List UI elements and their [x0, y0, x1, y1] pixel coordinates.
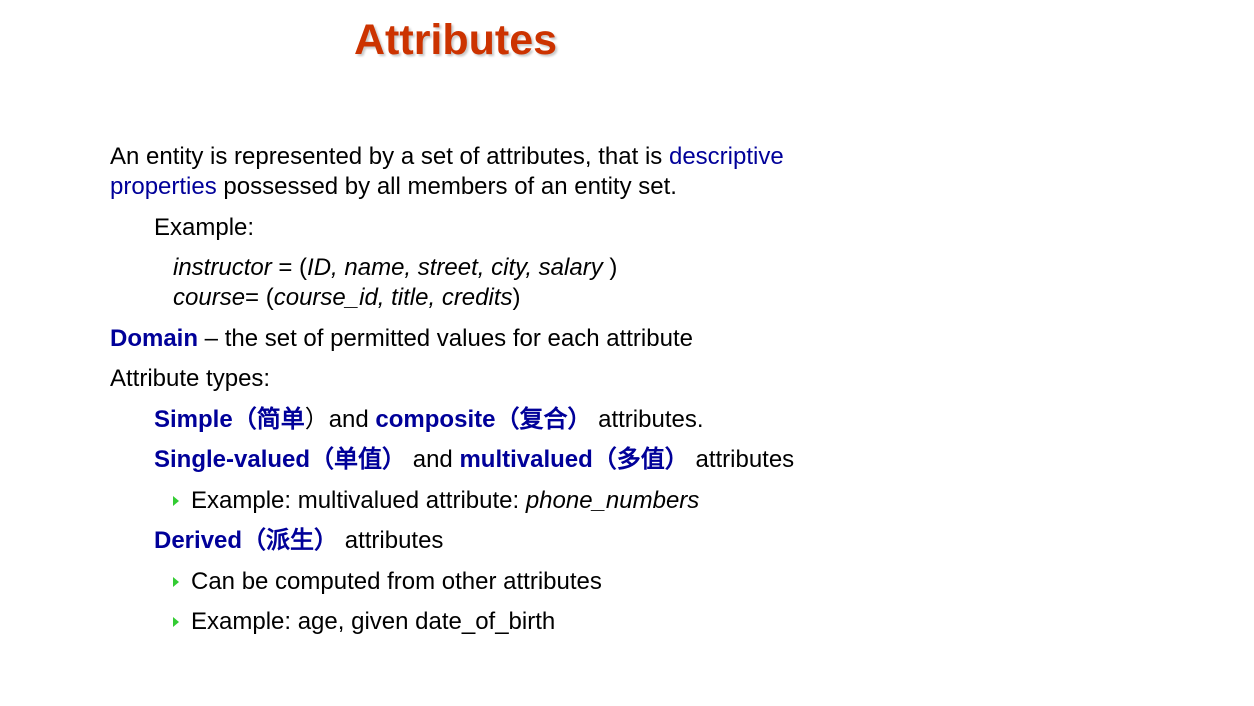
course-fields: course_id, title, credits: [273, 284, 513, 311]
course-eq: = (: [245, 284, 274, 311]
multivalued-example-text: Example: multivalued attribute:: [191, 487, 526, 514]
intro-text: An entity is represented by a set of att…: [110, 143, 669, 170]
bullet-arrow-icon: [173, 577, 179, 587]
multivalued-term: multivalued（多值）: [459, 446, 689, 473]
course-close: ): [512, 284, 521, 311]
derived-point-text: Example: age, given date_of_birth: [191, 608, 556, 635]
example-label: Example:: [154, 214, 255, 241]
single-valued-term: Single-valued（单值）: [154, 446, 407, 473]
intro-text-end: possessed by all members of an entity se…: [216, 173, 677, 200]
composite-term: composite（复合）: [375, 406, 592, 433]
domain-definition: – the set of permitted values for each a…: [198, 325, 693, 352]
derived-tail: attributes: [338, 527, 444, 554]
intro-line-1: An entity is represented by a set of att…: [110, 142, 784, 172]
type-single-multi: Single-valued（单值） and multivalued（多值） at…: [154, 445, 794, 475]
derived-point: Example: age, given date_of_birth: [173, 607, 555, 637]
bullet-arrow-icon: [173, 496, 179, 506]
simple-term: Simple（简单: [154, 406, 305, 433]
simple-mid: ）and: [304, 406, 376, 433]
multivalued-example: Example: multivalued attribute: phone_nu…: [173, 486, 699, 516]
domain-term: Domain: [110, 325, 199, 352]
instructor-close: ): [609, 254, 618, 281]
instructor-fields: ID, name, street, city, salary: [307, 254, 610, 281]
bullet-arrow-icon: [173, 617, 179, 627]
derived-point: Can be computed from other attributes: [173, 567, 602, 597]
attribute-types-label: Attribute types:: [110, 365, 271, 392]
slide-title: Attributes: [354, 16, 558, 64]
intro-highlight-cont: properties: [110, 173, 217, 200]
intro-highlight: descriptive: [668, 143, 784, 170]
single-mid: and: [406, 446, 460, 473]
example-course: course= (course_id, title, credits): [173, 283, 521, 313]
instructor-name: instructor: [173, 254, 272, 281]
intro-line-2: properties possessed by all members of a…: [110, 172, 677, 202]
single-tail: attributes: [688, 446, 795, 473]
instructor-eq: = (: [271, 254, 308, 281]
course-name: course: [173, 284, 246, 311]
derived-point-text: Can be computed from other attributes: [191, 568, 602, 595]
example-instructor: instructor = (ID, name, street, city, sa…: [173, 253, 617, 283]
type-derived: Derived（派生） attributes: [154, 526, 443, 556]
derived-term: Derived（派生）: [154, 527, 339, 554]
multivalued-example-value: phone_numbers: [525, 487, 700, 514]
simple-tail: attributes.: [591, 406, 704, 433]
type-simple-composite: Simple（简单）and composite（复合） attributes.: [154, 405, 704, 435]
domain-line: Domain – the set of permitted values for…: [110, 324, 693, 354]
